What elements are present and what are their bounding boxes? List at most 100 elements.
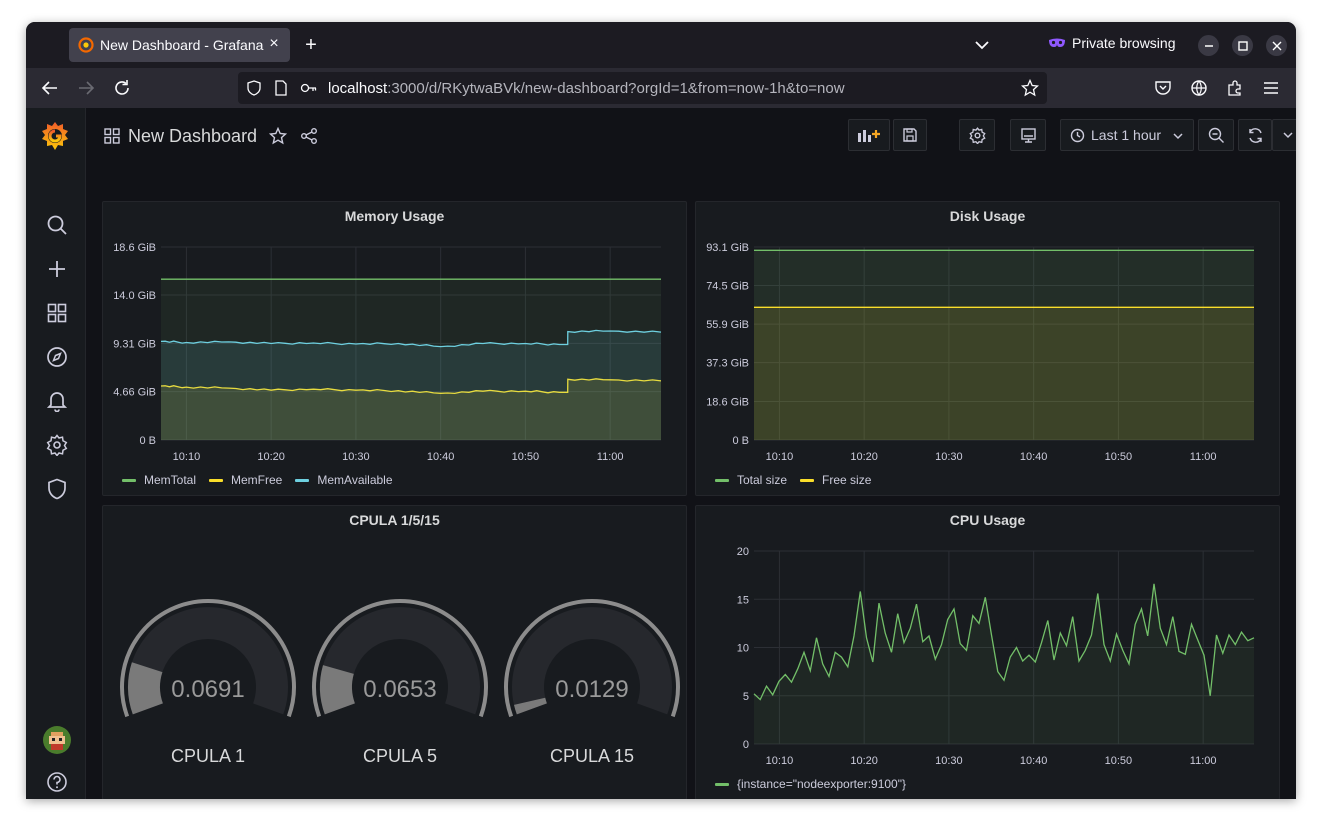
dashboard-title[interactable]: New Dashboard (128, 126, 257, 147)
monitor-icon (1020, 127, 1036, 143)
panel-disk-usage[interactable]: Disk Usage 93.1 GiB 74.5 GiB 55.9 GiB 37.3 … (695, 201, 1280, 496)
shield-icon[interactable] (246, 80, 262, 96)
dashboard-settings-button[interactable] (959, 119, 995, 151)
share-icon[interactable] (300, 127, 318, 145)
shield-icon (48, 478, 66, 500)
cpu-chart[interactable]: 20 15 10 5 0 10:10 10:20 10:30 10:40 10:50 11:00 (696, 506, 1281, 776)
y-tick-label: 10 (737, 643, 749, 655)
refresh-button[interactable] (1238, 119, 1272, 151)
legend-swatch (295, 478, 310, 482)
clock-icon (1070, 128, 1085, 142)
legend-item-memtotal[interactable]: MemTotal (122, 473, 196, 487)
y-tick-label: 74.5 GiB (706, 281, 749, 293)
key-icon[interactable] (300, 81, 318, 95)
search-icon (47, 215, 67, 235)
dashboards-button[interactable] (45, 301, 69, 325)
add-panel-button[interactable] (848, 119, 890, 151)
vpn-button[interactable] (1187, 76, 1211, 100)
x-tick-label: 10:40 (1020, 451, 1048, 463)
explore-button[interactable] (45, 345, 69, 369)
refresh-interval-dropdown[interactable] (1272, 119, 1296, 151)
help-button[interactable] (45, 770, 69, 794)
server-admin-button[interactable] (45, 477, 69, 501)
extensions-button[interactable] (1223, 76, 1247, 100)
app-menu-button[interactable] (1259, 76, 1283, 100)
minimize-button[interactable] (1198, 35, 1219, 56)
page-icon[interactable] (274, 80, 288, 96)
gear-icon (968, 126, 986, 144)
legend-item-memavailable[interactable]: MemAvailable (295, 473, 393, 487)
legend-label: Free size (822, 473, 872, 487)
url-bar[interactable]: localhost:3000/d/RKytwaBVk/new-dashboard… (238, 72, 1047, 104)
url-host: localhost (328, 80, 388, 97)
legend-item-total-size[interactable]: Total size (715, 473, 787, 487)
gauge-cpula-15[interactable]: 0.0129 CPULA 15 (499, 594, 685, 766)
gauge-cpula-1[interactable]: 0.0691 CPULA 1 (115, 594, 301, 766)
chevron-down-icon[interactable] (972, 35, 992, 55)
panel-memory-usage[interactable]: Memory Usage 18.6 GiB 14.0 GiB 9.31 GiB 4.6… (102, 201, 687, 496)
bookmark-star-icon[interactable] (1021, 79, 1039, 97)
panel-cpula[interactable]: CPULA 1/5/15 0.0691 CPULA 1 0.0653 CPULA… (102, 505, 687, 799)
pocket-icon (1155, 81, 1171, 95)
grafana-logo-icon[interactable] (39, 120, 71, 154)
plus-icon (49, 261, 65, 277)
panel-cpu-usage[interactable]: CPU Usage 20 15 10 5 0 10:10 10:20 10:30 10:40 10… (695, 505, 1280, 799)
y-tick-label: 5 (743, 691, 749, 703)
back-button[interactable] (38, 76, 62, 100)
gauge-cpula-5[interactable]: 0.0653 CPULA 5 (307, 594, 493, 766)
close-tab-icon[interactable]: × (266, 36, 282, 52)
tab-grafana[interactable]: New Dashboard - Grafana × (69, 28, 290, 62)
private-browsing-label: Private browsing (1072, 35, 1176, 51)
x-tick-label: 10:10 (766, 755, 794, 767)
y-tick-label: 0 B (732, 435, 749, 447)
x-tick-label: 10:10 (766, 451, 794, 463)
grafana-app: New Dashboard Last 1 hour Memory Usage 1… (26, 108, 1296, 799)
gear-icon (46, 434, 68, 456)
disk-chart[interactable]: 93.1 GiB 74.5 GiB 55.9 GiB 37.3 GiB 18.6 GiB… (696, 202, 1281, 472)
navigation-toolbar: localhost:3000/d/RKytwaBVk/new-dashboard… (26, 68, 1296, 108)
legend-item-free-size[interactable]: Free size (800, 473, 871, 487)
legend-label: MemAvailable (317, 473, 393, 487)
star-icon[interactable] (269, 127, 287, 145)
configuration-button[interactable] (45, 433, 69, 457)
legend-item-nodeexporter[interactable]: {instance="nodeexporter:9100"} (715, 777, 906, 791)
url-text[interactable]: localhost:3000/d/RKytwaBVk/new-dashboard… (328, 80, 845, 97)
legend-swatch (715, 478, 729, 482)
search-button[interactable] (45, 213, 69, 237)
save-dashboard-button[interactable] (893, 119, 927, 151)
private-browsing-indicator: Private browsing (1048, 35, 1176, 51)
grafana-favicon-icon (78, 37, 94, 53)
series-area-memavailable (161, 330, 661, 440)
time-range-picker[interactable]: Last 1 hour (1060, 119, 1194, 151)
zoom-out-button[interactable] (1198, 119, 1234, 151)
forward-button[interactable] (74, 76, 98, 100)
cycle-view-mode-button[interactable] (1010, 119, 1046, 151)
maximize-button[interactable] (1232, 35, 1253, 56)
chart-legend: MemTotal MemFree MemAvailable (122, 473, 406, 487)
dashboard-header: New Dashboard Last 1 hour (86, 108, 1296, 166)
pocket-button[interactable] (1151, 76, 1175, 100)
help-question-icon (47, 772, 67, 792)
new-tab-button[interactable]: + (301, 35, 321, 55)
x-tick-label: 11:00 (597, 451, 624, 463)
y-tick-label: 15 (737, 594, 749, 606)
gauge-value: 0.0653 (363, 676, 437, 703)
x-tick-label: 10:50 (1105, 451, 1133, 463)
chart-legend: Total size Free size (715, 473, 884, 487)
user-avatar[interactable] (43, 726, 71, 754)
legend-item-memfree[interactable]: MemFree (209, 473, 282, 487)
chart-legend: {instance="nodeexporter:9100"} (715, 777, 919, 791)
legend-label: {instance="nodeexporter:9100"} (737, 777, 906, 791)
memory-chart[interactable]: 18.6 GiB 14.0 GiB 9.31 GiB 4.66 GiB 0 B 10:10… (103, 202, 688, 472)
create-button[interactable] (45, 257, 69, 281)
reload-button[interactable] (110, 76, 134, 100)
legend-label: Total size (737, 473, 788, 487)
close-window-button[interactable] (1266, 35, 1287, 56)
legend-swatch (800, 478, 815, 482)
gauge-arc (504, 599, 680, 718)
y-tick-label: 18.6 GiB (113, 242, 156, 254)
x-tick-label: 10:20 (257, 451, 285, 463)
panel-title[interactable]: CPULA 1/5/15 (103, 512, 686, 528)
y-tick-label: 55.9 GiB (706, 319, 749, 331)
alerting-button[interactable] (45, 389, 69, 413)
